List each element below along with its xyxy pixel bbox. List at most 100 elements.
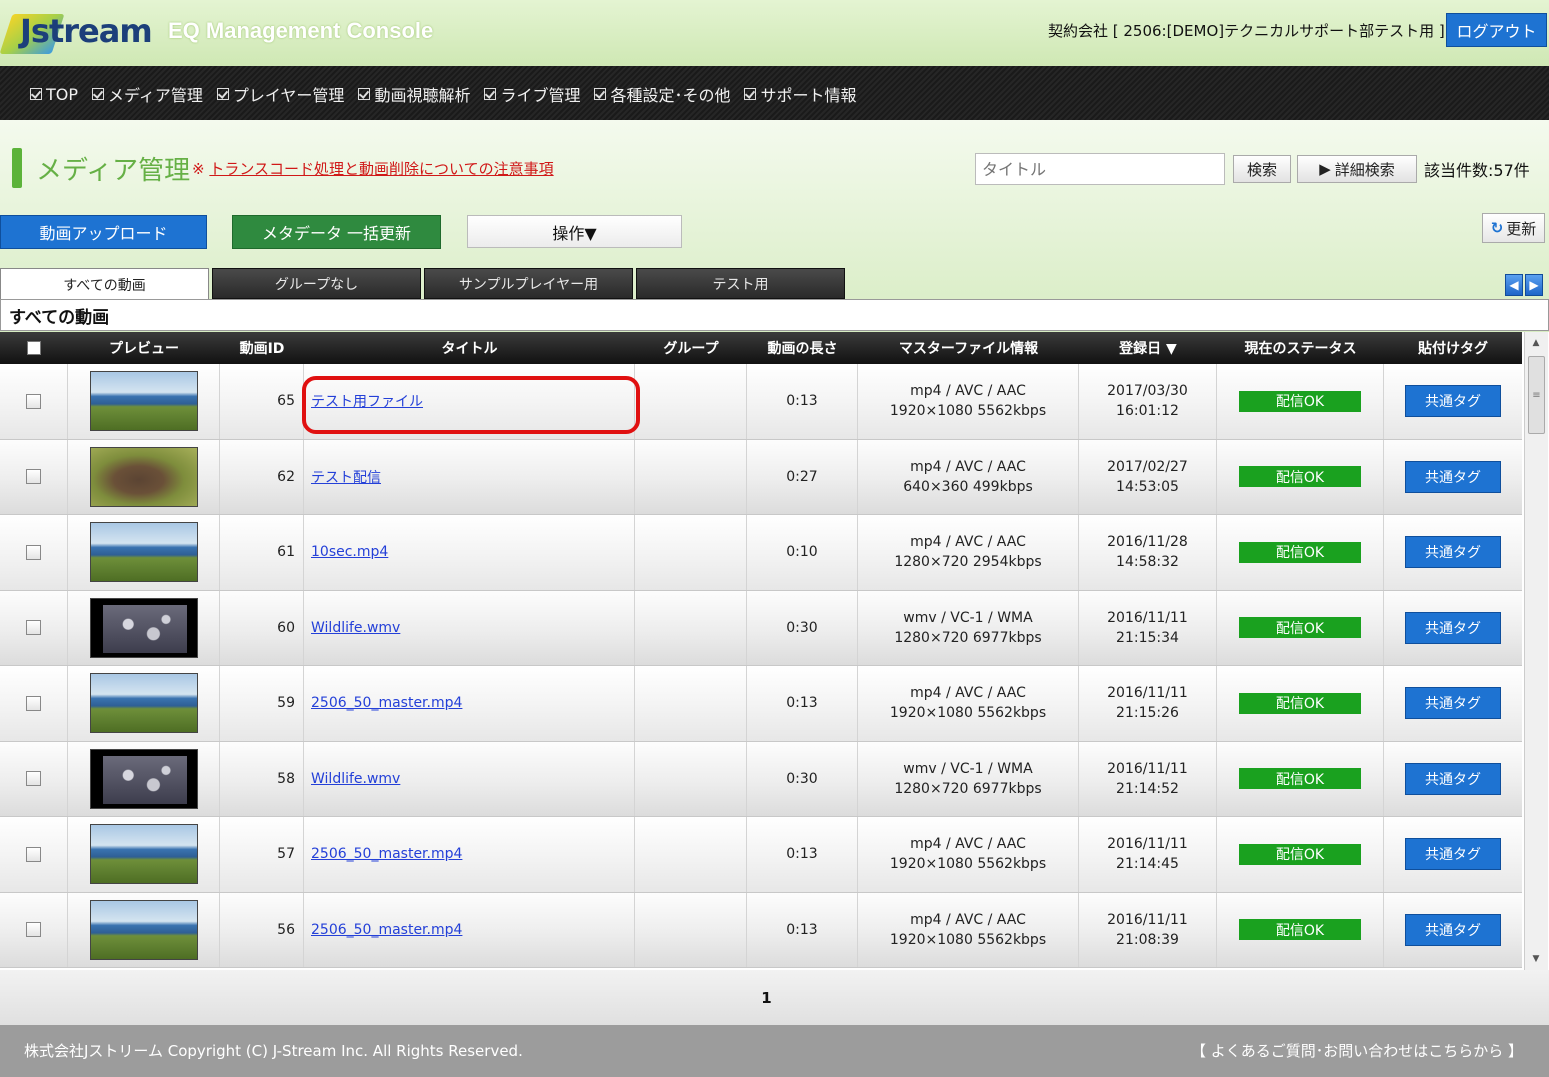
tag-cell: 共通タグ — [1384, 817, 1522, 892]
column-header[interactable]: 登録日 ▼ — [1079, 332, 1217, 364]
embed-tag-button[interactable]: 共通タグ — [1405, 536, 1501, 569]
video-thumbnail[interactable] — [89, 673, 198, 734]
contract-info: 契約会社 [ 2506:[DEMO]テクニカルサポート部テスト用 ] — [1048, 22, 1445, 40]
status-badge: 配信OK — [1239, 390, 1361, 412]
nav-checkbox-icon — [594, 88, 607, 100]
row-checkbox[interactable] — [26, 846, 41, 862]
scroll-up-icon[interactable]: ▲ — [1525, 334, 1547, 352]
resolution-info: 1920×1080 5562kbps — [889, 705, 1047, 722]
video-title-link[interactable]: 2506_50_master.mp4 — [311, 922, 462, 938]
section-title: すべての動画 — [9, 308, 110, 328]
title-cell: 2506_50_master.mp4 — [304, 666, 635, 741]
tab-1[interactable]: グループなし — [212, 268, 421, 299]
faq-link[interactable]: 【 よくあるご質問･お問い合わせはこちらから 】 — [1191, 1040, 1523, 1061]
logout-button[interactable]: ログアウト — [1446, 13, 1547, 47]
tab-0[interactable]: すべての動画 — [0, 268, 209, 300]
column-header: 現在のステータス — [1244, 341, 1357, 357]
tab-3[interactable]: テスト用 — [636, 268, 845, 299]
video-table-body: 65 テスト用ファイル 0:13 mp4 / AVC / AAC 1920×1080 5… — [0, 364, 1522, 969]
tab-2[interactable]: サンプルプレイヤー用 — [424, 268, 633, 299]
embed-tag-button[interactable]: 共通タグ — [1405, 687, 1501, 720]
table-scrollbar[interactable]: ▲ ≡ ▼ — [1524, 332, 1548, 970]
notice-link[interactable]: トランスコード処理と動画削除についての注意事項 — [209, 160, 553, 178]
footer: 株式会社Jストリーム Copyright (C) J-Stream Inc. A… — [0, 1025, 1549, 1077]
video-thumbnail[interactable] — [89, 899, 198, 960]
tab-next-icon[interactable]: ▶ — [1525, 274, 1543, 296]
nav-item-1[interactable]: メディア管理 — [92, 82, 203, 106]
nav-item-label: ライブ管理 — [500, 86, 581, 105]
video-thumbnail[interactable] — [89, 522, 198, 583]
pager: 1 — [0, 970, 1549, 1025]
nav-item-4[interactable]: ライブ管理 — [484, 82, 580, 106]
jstream-logo[interactable]: Jstream — [0, 8, 156, 58]
nav-item-3[interactable]: 動画視聴解析 — [358, 82, 470, 106]
video-title-link[interactable]: テスト配信 — [311, 467, 381, 487]
nav-item-label: 動画視聴解析 — [374, 86, 471, 105]
table-header: プレビュー 動画ID タイトル グループ 動画の長さ マスターファイル情報 登録日 ▼ 現在の… — [0, 332, 1522, 364]
preview-cell — [68, 741, 220, 816]
scroll-down-icon[interactable]: ▼ — [1525, 950, 1547, 968]
row-checkbox[interactable] — [26, 922, 41, 938]
select-all-cell — [0, 332, 68, 364]
nav-item-6[interactable]: サポート情報 — [744, 82, 857, 106]
scroll-thumb[interactable]: ≡ — [1528, 356, 1545, 434]
video-title-link[interactable]: 2506_50_master.mp4 — [311, 846, 462, 862]
tag-cell: 共通タグ — [1384, 893, 1522, 968]
date-text: 2016/11/11 — [1107, 911, 1188, 928]
embed-tag-button[interactable]: 共通タグ — [1405, 838, 1501, 871]
search-input[interactable] — [975, 153, 1225, 185]
registered-date: 2016/11/28 14:58:32 — [1079, 515, 1217, 590]
video-title-link[interactable]: 2506_50_master.mp4 — [311, 695, 462, 711]
row-checkbox[interactable] — [26, 544, 41, 560]
group-tabs: すべての動画 グループなし サンプルプレイヤー用 テスト用 — [0, 268, 845, 300]
column-header: 貼付けタグ — [1418, 341, 1488, 357]
nav-item-2[interactable]: プレイヤー管理 — [216, 82, 344, 106]
row-checkbox[interactable] — [26, 469, 41, 485]
row-checkbox[interactable] — [26, 695, 41, 711]
nav-checkbox-icon — [216, 88, 229, 100]
video-title-link[interactable]: 10sec.mp4 — [311, 544, 388, 560]
nav-item-0[interactable]: TOP — [30, 82, 78, 106]
metadata-bulk-update-button[interactable]: メタデータ 一括更新 — [232, 215, 441, 249]
operation-dropdown[interactable]: 操作▼ — [467, 215, 682, 248]
select-all-checkbox[interactable] — [27, 341, 41, 355]
video-thumbnail[interactable] — [89, 748, 198, 809]
nav-item-5[interactable]: 各種設定･その他 — [594, 82, 730, 106]
codec-info: wmv / VC-1 / WMA — [903, 609, 1033, 626]
advanced-search-button[interactable]: ▶ 詳細検索 — [1297, 155, 1417, 183]
video-thumbnail[interactable] — [89, 371, 198, 432]
master-file-info: wmv / VC-1 / WMA 1280×720 6977kbps — [858, 590, 1079, 665]
codec-info: mp4 / AVC / AAC — [910, 836, 1026, 853]
embed-tag-button[interactable]: 共通タグ — [1405, 762, 1501, 795]
embed-tag-button[interactable]: 共通タグ — [1405, 385, 1501, 418]
video-length: 0:27 — [747, 439, 858, 514]
refresh-button[interactable]: ↻ 更新 — [1482, 213, 1545, 243]
page-number[interactable]: 1 — [761, 989, 771, 1007]
row-checkbox[interactable] — [26, 393, 41, 409]
video-thumbnail[interactable] — [89, 446, 198, 507]
master-file-info: mp4 / AVC / AAC 1920×1080 5562kbps — [858, 364, 1079, 439]
registered-date: 2016/11/11 21:14:45 — [1079, 817, 1217, 892]
tab-prev-icon[interactable]: ◀ — [1505, 274, 1523, 296]
refresh-label: 更新 — [1506, 219, 1537, 238]
embed-tag-button[interactable]: 共通タグ — [1405, 913, 1501, 946]
video-id: 60 — [220, 590, 304, 665]
nav-item-label: サポート情報 — [760, 86, 857, 105]
row-checkbox[interactable] — [26, 620, 41, 636]
nav-item-label: 各種設定･その他 — [610, 86, 731, 105]
search-button[interactable]: 検索 — [1233, 155, 1291, 183]
group-cell — [635, 515, 747, 590]
nav-checkbox-icon — [744, 88, 757, 100]
title-cell: 10sec.mp4 — [304, 515, 635, 590]
video-title-link[interactable]: Wildlife.wmv — [311, 771, 400, 787]
video-title-link[interactable]: Wildlife.wmv — [311, 620, 400, 636]
upload-video-button[interactable]: 動画アップロード — [0, 215, 207, 249]
tag-cell: 共通タグ — [1384, 666, 1522, 741]
codec-info: mp4 / AVC / AAC — [910, 911, 1026, 928]
video-thumbnail[interactable] — [89, 824, 198, 885]
embed-tag-button[interactable]: 共通タグ — [1405, 460, 1501, 493]
video-thumbnail[interactable] — [89, 597, 198, 658]
tag-cell: 共通タグ — [1384, 364, 1522, 439]
embed-tag-button[interactable]: 共通タグ — [1405, 611, 1501, 644]
row-checkbox[interactable] — [26, 771, 41, 787]
